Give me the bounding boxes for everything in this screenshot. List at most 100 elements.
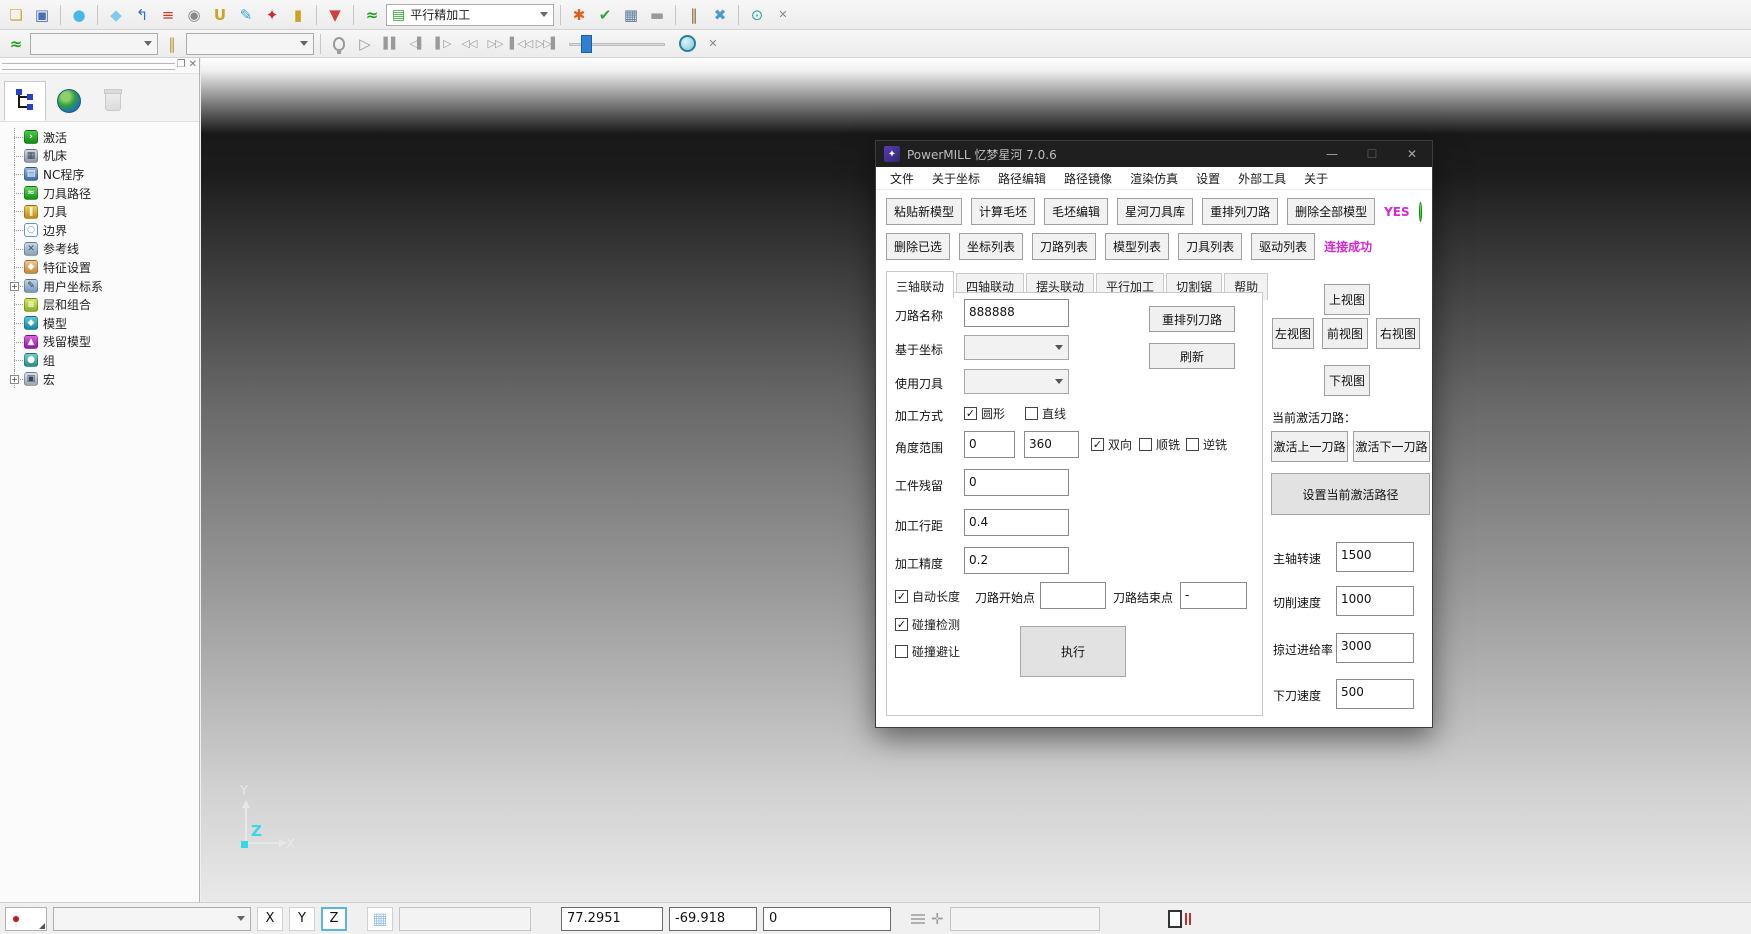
tree-item-nc-program[interactable]: ▤ NC程序 — [6, 165, 199, 184]
tool-select-icon[interactable]: ‖ — [160, 32, 184, 56]
menu-external-tools[interactable]: 外部工具 — [1230, 168, 1294, 189]
block-icon[interactable]: ◆ — [104, 3, 128, 27]
angle-from-input[interactable]: 0 — [964, 431, 1015, 458]
ruler-icon[interactable]: ▬ — [645, 3, 669, 27]
tree-item-boundaries[interactable]: ○ 边界 — [6, 221, 199, 240]
tab-explorer-recycle[interactable] — [92, 81, 134, 121]
cutting-feed-input[interactable]: 1000 — [1336, 586, 1414, 616]
open-project-icon[interactable]: ❏ — [4, 3, 28, 27]
tree-item-macros[interactable]: + ▣ 宏 — [6, 370, 199, 389]
activate-prev-button[interactable]: 激活上一刀路 — [1271, 431, 1348, 462]
tree-item-tools[interactable]: ‖ 刀具 — [6, 202, 199, 221]
xyz-list-icon[interactable] — [911, 914, 925, 924]
view-bottom-button[interactable]: 下视图 — [1324, 365, 1370, 396]
lightbulb-icon[interactable] — [327, 32, 351, 56]
panel-grip[interactable]: ❐ ✕ — [0, 58, 199, 74]
step-back-icon[interactable]: ◁▌ — [405, 32, 429, 56]
rapid-move-icon[interactable]: ↰ — [130, 3, 154, 27]
toolpath-select-icon[interactable]: ≈ — [4, 32, 28, 56]
panel-float-icon[interactable]: ❐ — [177, 59, 186, 70]
pause-icon[interactable]: ▌▌ — [379, 32, 403, 56]
panel-close-icon[interactable]: ✕ — [189, 59, 197, 70]
tree-item-patterns[interactable]: ✕ 参考线 — [6, 240, 199, 259]
notes-book-icon[interactable] — [1168, 910, 1182, 928]
tolerance-input[interactable]: 0.2 — [964, 547, 1069, 574]
conventional-mill-checkbox[interactable]: 逆铣 — [1186, 436, 1227, 453]
model-list-button[interactable]: 模型列表 — [1105, 233, 1169, 260]
calc-stock-button[interactable]: 计算毛坯 — [971, 198, 1035, 225]
toolpath-icon[interactable]: ≈ — [360, 3, 384, 27]
tab-explorer-web[interactable] — [48, 81, 90, 121]
grid-size-field[interactable] — [399, 907, 531, 931]
coord-x-field[interactable]: 77.2951 — [561, 907, 663, 931]
marker-dropdown[interactable] — [5, 907, 47, 931]
auto-length-checkbox[interactable]: ✓自动长度 — [895, 588, 960, 605]
save-project-icon[interactable]: ▣ — [30, 3, 54, 27]
circle-checkbox[interactable]: ✓圆形 — [964, 405, 1005, 422]
axis-z-button[interactable]: Z — [321, 907, 347, 931]
tab-3axis[interactable]: 三轴联动 — [886, 271, 954, 298]
tree-item-machine[interactable]: ▦ 机床 — [6, 147, 199, 166]
menu-render-sim[interactable]: 渲染仿真 — [1122, 168, 1186, 189]
toolpath-combobox[interactable] — [30, 33, 158, 55]
stock-edit-button[interactable]: 毛坯编辑 — [1044, 198, 1108, 225]
angle-to-input[interactable]: 360 — [1024, 431, 1079, 458]
menu-file[interactable]: 文件 — [882, 168, 922, 189]
axis-y-button[interactable]: Y — [289, 907, 315, 931]
points-icon[interactable]: ✦ — [260, 3, 284, 27]
menu-path-edit[interactable]: 路径编辑 — [990, 168, 1054, 189]
bidirectional-checkbox[interactable]: ✓双向 — [1091, 436, 1132, 453]
plunge-feed-input[interactable]: 500 — [1336, 679, 1414, 709]
end-point-input[interactable]: - — [1180, 582, 1247, 609]
tree-item-workplanes[interactable]: + ✎ 用户坐标系 — [6, 277, 199, 296]
coord-list-button[interactable]: 坐标列表 — [959, 233, 1023, 260]
dialog-titlebar[interactable]: ✦ PowerMILL 忆梦星河 7.0.6 — ☐ ✕ — [876, 141, 1432, 167]
toolbar-close-icon[interactable]: ✕ — [771, 3, 795, 27]
calculator-icon[interactable]: ▦ — [619, 3, 643, 27]
view-top-button[interactable]: 上视图 — [1324, 284, 1370, 315]
axis-x-button[interactable]: X — [257, 907, 283, 931]
set-active-path-button[interactable]: 设置当前激活路径 — [1271, 473, 1430, 515]
delete-all-models-button[interactable]: 删除全部模型 — [1287, 198, 1375, 225]
climb-mill-checkbox[interactable]: 顺铣 — [1139, 436, 1180, 453]
tool-list-button[interactable]: 刀具列表 — [1178, 233, 1242, 260]
collision-check-icon[interactable]: ▼ — [323, 3, 347, 27]
shaded-render-icon[interactable]: ● — [67, 3, 91, 27]
drive-list-button[interactable]: 驱动列表 — [1251, 233, 1315, 260]
tree-item-toolpaths[interactable]: ≈ 刀具路径 — [6, 184, 199, 203]
clock-icon[interactable] — [675, 32, 699, 56]
measure-field[interactable] — [950, 907, 1100, 931]
tree-item-stock-models[interactable]: ▲ 残留模型 — [6, 333, 199, 352]
tree-item-feature-sets[interactable]: ◆ 特征设置 — [6, 258, 199, 277]
tab-explorer-tree[interactable] — [4, 81, 46, 121]
play-icon[interactable]: ▷ — [353, 32, 377, 56]
tool-icon[interactable]: ◉ — [182, 3, 206, 27]
start-point-input[interactable] — [1040, 582, 1106, 609]
coord-y-field[interactable]: -69.918 — [669, 907, 757, 931]
pattern-icon[interactable]: ✎ — [234, 3, 258, 27]
maximize-button[interactable]: ☐ — [1352, 141, 1392, 167]
coord-z-field[interactable]: 0 — [763, 907, 891, 931]
expand-icon[interactable]: + — [10, 282, 19, 291]
fast-forward-icon[interactable]: ▷▷ — [483, 32, 507, 56]
menu-about[interactable]: 关于 — [1296, 168, 1336, 189]
stepover-input[interactable]: 0.4 — [964, 509, 1069, 536]
delete-selected-button[interactable]: 删除已选 — [886, 233, 950, 260]
toolpath-name-input[interactable]: 888888 — [964, 299, 1069, 327]
collision-check-checkbox[interactable]: ✓碰撞检测 — [895, 616, 960, 633]
tool-block-icon[interactable]: ▮ — [286, 3, 310, 27]
tree-item-levels[interactable]: ≡ 层和组合 — [6, 295, 199, 314]
tool-combobox[interactable] — [186, 33, 314, 55]
refresh-button[interactable]: 刷新 — [1149, 343, 1235, 369]
paste-new-model-button[interactable]: 粘贴新模型 — [886, 198, 962, 225]
menu-path-mirror[interactable]: 路径镜像 — [1056, 168, 1120, 189]
execute-button[interactable]: 执行 — [1020, 626, 1126, 677]
tool-pair-icon[interactable]: ‖ — [682, 3, 706, 27]
nc-program-burst-icon[interactable]: ✱ — [567, 3, 591, 27]
menu-coords[interactable]: 关于坐标 — [924, 168, 988, 189]
boundary-icon[interactable]: U — [208, 3, 232, 27]
grid-toggle-button[interactable]: ▦ — [367, 907, 393, 931]
view-left-button[interactable]: 左视图 — [1272, 318, 1314, 349]
workplane-combobox[interactable] — [53, 907, 251, 931]
expand-icon[interactable]: + — [10, 375, 19, 384]
